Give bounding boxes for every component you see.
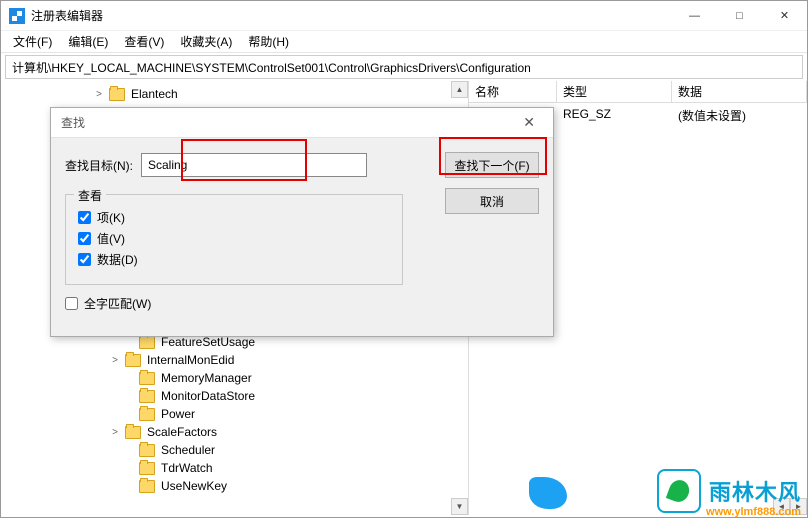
check-data[interactable]: 数据(D)	[78, 251, 390, 268]
find-input[interactable]	[141, 153, 367, 177]
tree-label: ScaleFactors	[145, 425, 219, 439]
dialog-close-button[interactable]: ✕	[515, 114, 543, 131]
watermark-url: www.ylmf888.com	[706, 506, 801, 518]
dialog-titlebar[interactable]: 查找 ✕	[51, 108, 553, 138]
tree-label: MonitorDataStore	[159, 389, 257, 403]
tree-item[interactable]: Power	[5, 405, 468, 423]
close-button[interactable]: ✕	[762, 1, 807, 30]
tree-item[interactable]: TdrWatch	[5, 459, 468, 477]
lookat-group: 查看 项(K) 值(V) 数据(D)	[65, 194, 403, 285]
expand-toggle[interactable]: >	[93, 89, 105, 100]
tree-scroll-down-button[interactable]: ▼	[451, 498, 468, 515]
tree-top: > Elantech	[1, 81, 468, 107]
menu-edit[interactable]: 编辑(E)	[60, 31, 116, 52]
regedit-icon	[9, 8, 25, 24]
cell-type: REG_SZ	[557, 105, 672, 126]
list-header: 名称 类型 数据	[469, 81, 807, 103]
window-title: 注册表编辑器	[31, 7, 103, 24]
dialog-title: 查找	[61, 114, 85, 131]
col-type[interactable]: 类型	[557, 81, 672, 102]
expand-toggle[interactable]: >	[109, 427, 121, 438]
folder-icon	[139, 462, 155, 475]
menu-view[interactable]: 查看(V)	[116, 31, 172, 52]
find-label: 查找目标(N):	[65, 157, 133, 174]
folder-icon	[125, 354, 141, 367]
find-dialog: 查找 ✕ 查找目标(N): 查找下一个(F) 取消 查看 项(K) 值(V) 数…	[50, 107, 554, 337]
dialog-body: 查找目标(N): 查找下一个(F) 取消 查看 项(K) 值(V) 数据(D) …	[51, 138, 553, 326]
menu-favorites[interactable]: 收藏夹(A)	[172, 31, 240, 52]
tree-label: TdrWatch	[159, 461, 215, 475]
check-keys[interactable]: 项(K)	[78, 209, 390, 226]
tree-item[interactable]: > InternalMonEdid	[5, 351, 468, 369]
folder-icon	[139, 372, 155, 385]
menu-file[interactable]: 文件(F)	[5, 31, 60, 52]
folder-icon	[139, 336, 155, 349]
tree-label: Scheduler	[159, 443, 217, 457]
folder-icon	[139, 408, 155, 421]
tree-item[interactable]: > Elantech	[5, 85, 468, 103]
maximize-button[interactable]: □	[717, 1, 762, 30]
folder-icon	[109, 88, 125, 101]
tree-item[interactable]: UseNewKey	[5, 477, 468, 495]
find-next-button[interactable]: 查找下一个(F)	[445, 152, 539, 178]
tree-bottom: FeatureSetUsage > InternalMonEdid MemoryMan…	[1, 329, 468, 499]
tree-label: FeatureSetUsage	[159, 335, 257, 349]
lookat-group-title: 查看	[74, 187, 106, 204]
window-controls: ― □ ✕	[672, 1, 807, 30]
expand-toggle[interactable]: >	[109, 355, 121, 366]
tree-item[interactable]: MemoryManager	[5, 369, 468, 387]
tree-label: Elantech	[129, 87, 180, 101]
address-bar[interactable]: 计算机\HKEY_LOCAL_MACHINE\SYSTEM\ControlSet…	[5, 55, 803, 79]
tree-label: InternalMonEdid	[145, 353, 236, 367]
tree-item[interactable]: MonitorDataStore	[5, 387, 468, 405]
folder-icon	[139, 480, 155, 493]
folder-icon	[125, 426, 141, 439]
tree-label: UseNewKey	[159, 479, 229, 493]
tree-item[interactable]: Scheduler	[5, 441, 468, 459]
cancel-button[interactable]: 取消	[445, 188, 539, 214]
folder-icon	[139, 444, 155, 457]
tree-item[interactable]: > ScaleFactors	[5, 423, 468, 441]
col-data[interactable]: 数据	[672, 81, 807, 102]
cell-data: (数值未设置)	[672, 105, 807, 126]
menu-help[interactable]: 帮助(H)	[240, 31, 297, 52]
titlebar: 注册表编辑器 ― □ ✕	[1, 1, 807, 31]
folder-icon	[139, 390, 155, 403]
col-name[interactable]: 名称	[469, 81, 557, 102]
check-fullmatch[interactable]: 全字匹配(W)	[65, 295, 539, 312]
check-values[interactable]: 值(V)	[78, 230, 390, 247]
tree-label: Power	[159, 407, 197, 421]
tree-label: MemoryManager	[159, 371, 254, 385]
tree-scroll-up-button[interactable]: ▲	[451, 81, 468, 98]
watermark-text: 雨林木风	[709, 475, 801, 507]
minimize-button[interactable]: ―	[672, 1, 717, 30]
watermark-logo-icon	[657, 469, 701, 513]
menubar: 文件(F) 编辑(E) 查看(V) 收藏夹(A) 帮助(H)	[1, 31, 807, 53]
